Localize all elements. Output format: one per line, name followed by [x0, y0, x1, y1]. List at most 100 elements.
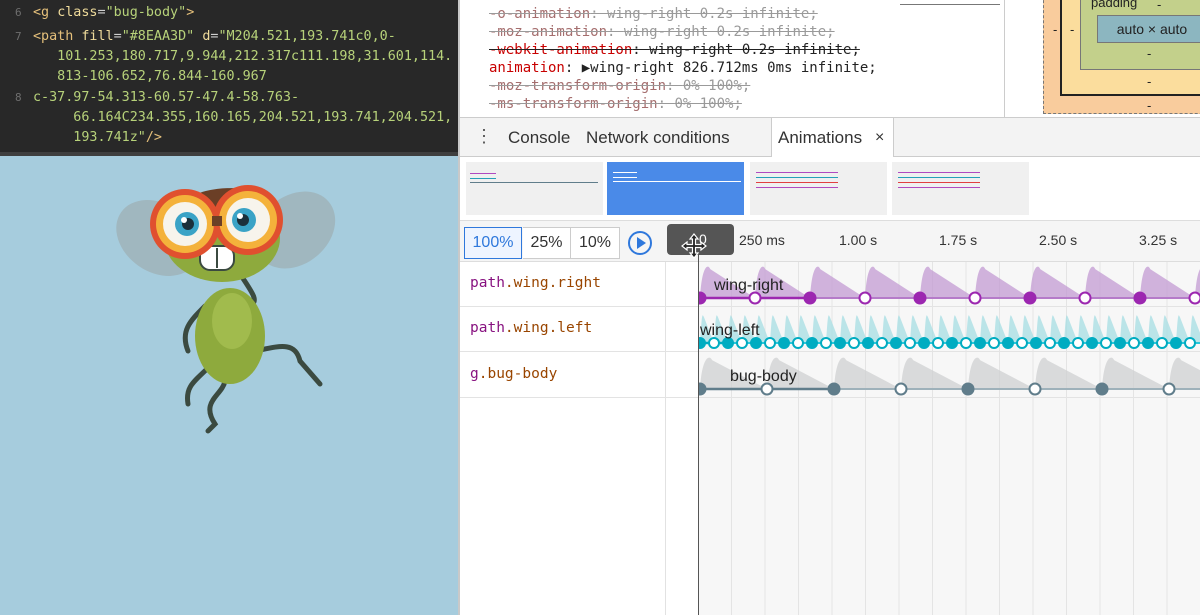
css-property: -ms-transform-origin	[489, 96, 658, 112]
tick-label: 1.00 s	[839, 232, 878, 248]
playhead[interactable]	[698, 245, 699, 615]
timeline-tracks[interactable]: wing-right wing-left bug-body	[698, 262, 1200, 615]
css-declaration[interactable]: -ms-transform-origin: 0% 100%;	[489, 96, 742, 112]
keyframe-marker	[894, 382, 908, 396]
css-declaration[interactable]: -moz-animation: wing-right 0.2s infinite…	[489, 24, 835, 40]
css-value: wing-right 0.2s infinite;	[623, 24, 835, 40]
box-model-border-left[interactable]: -	[1070, 22, 1074, 37]
box-model-padding-top[interactable]: -	[1157, 0, 1161, 12]
playback-rate-25-button[interactable]: 25%	[523, 227, 570, 259]
animation-group-selected[interactable]	[607, 162, 744, 215]
keyframe-marker	[1184, 337, 1196, 349]
keyframe-marker	[1016, 337, 1028, 349]
keyframe-marker	[820, 337, 832, 349]
timeline-rows: path.wing.right path.wing.left g.bug-bod…	[460, 262, 1200, 615]
tab-console[interactable]: Console	[508, 118, 570, 157]
timeline-header[interactable]: 250 ms 1.00 s 1.75 s 2.50 s 3.25 s	[665, 221, 1200, 263]
move-cursor-icon	[681, 233, 707, 259]
code-editor[interactable]: 6 <g class="bug-body"> 7 <path fill="#8EAA3…	[0, 0, 458, 155]
css-declaration[interactable]: -moz-transform-origin: 0% 100%;	[489, 78, 750, 94]
keyframe-marker	[1072, 337, 1084, 349]
keyframe-marker	[961, 382, 975, 396]
keyframe-marker	[974, 337, 986, 349]
code-text: 193.741z"/>	[33, 130, 162, 145]
code-text: 813-106.652,76.844-160.967	[33, 69, 267, 84]
keyframe-marker	[1100, 337, 1112, 349]
keyframe-marker	[698, 291, 707, 305]
keyframe-marker	[876, 337, 888, 349]
keyframe-marker	[834, 337, 846, 349]
bug-leg	[205, 378, 228, 434]
keyframe-marker	[806, 337, 818, 349]
css-value: wing-right 0.2s infinite;	[607, 6, 818, 22]
box-model-border-bottom[interactable]: -	[1147, 74, 1151, 89]
playback-rate-100-button[interactable]: 100%	[464, 227, 522, 259]
css-property: -moz-transform-origin	[489, 78, 667, 94]
keyframe-marker	[1028, 382, 1042, 396]
box-model-margin-left[interactable]: -	[1053, 22, 1057, 37]
keyframe-marker	[918, 337, 930, 349]
keyframe-marker	[1095, 382, 1109, 396]
animation-name-label: wing-left	[699, 322, 760, 339]
keyframe-marker	[1114, 337, 1126, 349]
css-declaration[interactable]: -o-animation: wing-right 0.2s infinite;	[489, 6, 818, 22]
keyframe-marker	[698, 382, 707, 396]
row-element-tag: path	[470, 275, 505, 291]
tab-animations[interactable]: Animations ×	[771, 118, 894, 158]
styles-pane[interactable]: -o-animation: wing-right 0.2s infinite; -…	[460, 0, 1005, 117]
replay-icon[interactable]	[628, 231, 652, 255]
css-declaration[interactable]: animation: ▶wing-right 826.712ms 0ms inf…	[489, 60, 877, 76]
code-text: c-37.97-54.313-60.57-47.4-58.763-	[33, 90, 300, 105]
keyframe-marker	[1142, 337, 1154, 349]
tab-network-conditions[interactable]: Network conditions	[586, 118, 730, 157]
preview-pane	[0, 156, 458, 615]
box-model: padding auto × auto - - - - - -	[1005, 0, 1200, 117]
animation-group[interactable]	[466, 162, 603, 215]
keyframe-marker	[803, 291, 817, 305]
keyframe-marker	[1078, 291, 1092, 305]
keyframe-marker	[722, 337, 734, 349]
more-vertical-icon[interactable]: ⋮	[475, 127, 493, 147]
playback-rate-10-button[interactable]: 10%	[570, 227, 620, 259]
row-label-wing-right[interactable]: path.wing.right	[470, 275, 601, 291]
keyframe-marker	[1170, 337, 1182, 349]
keyframe-marker	[698, 337, 706, 349]
keyframe-marker	[858, 291, 872, 305]
animation-group[interactable]	[750, 162, 887, 215]
row-element-class: .wing.right	[504, 275, 601, 291]
label-column-divider	[665, 262, 666, 615]
tick-label: 250 ms	[739, 232, 785, 248]
keyframe-marker	[848, 337, 860, 349]
box-model-margin-bottom[interactable]: -	[1147, 98, 1151, 113]
styles-separator	[900, 4, 1000, 5]
keyframe-marker	[960, 337, 972, 349]
line-number: 7	[15, 30, 22, 43]
close-icon[interactable]: ×	[875, 118, 884, 157]
keyframe-marker	[988, 337, 1000, 349]
code-text: 66.164C234.355,160.165,204.521,193.741,2…	[33, 110, 453, 125]
row-label-bug-body[interactable]: g.bug-body	[470, 366, 557, 382]
keyframe-marker	[904, 337, 916, 349]
row-label-wing-left[interactable]: path.wing.left	[470, 320, 592, 336]
css-property: animation	[489, 60, 565, 76]
keyframe-marker	[1002, 337, 1014, 349]
css-value: 0% 100%;	[674, 96, 742, 112]
keyframe-marker	[913, 291, 927, 305]
css-value: ▶wing-right 826.712ms 0ms infinite;	[581, 60, 877, 76]
box-model-padding-bottom[interactable]: -	[1147, 46, 1151, 61]
keyframe-marker	[827, 382, 841, 396]
row-element-class: .wing.left	[504, 320, 593, 336]
css-declaration[interactable]: -webkit-animation: wing-right 0.2s infin…	[489, 42, 860, 58]
box-model-content[interactable]: auto × auto	[1097, 15, 1200, 43]
line-number: 6	[15, 6, 22, 19]
tick-label: 3.25 s	[1139, 232, 1178, 248]
css-property: -webkit-animation	[489, 42, 633, 58]
row-element-tag: path	[470, 320, 505, 336]
animation-group[interactable]	[892, 162, 1029, 215]
keyframe-marker	[890, 337, 902, 349]
tick-label: 2.50 s	[1039, 232, 1078, 248]
timeline-toolbar: 100% 25% 10% 250 ms 1.00 s 1.75 s 2.50 s…	[460, 220, 1200, 262]
keyframe-marker	[1030, 337, 1042, 349]
code-text: <path fill="#8EAA3D" d="M204.521,193.741…	[33, 29, 396, 44]
keyframe-marker	[1023, 291, 1037, 305]
